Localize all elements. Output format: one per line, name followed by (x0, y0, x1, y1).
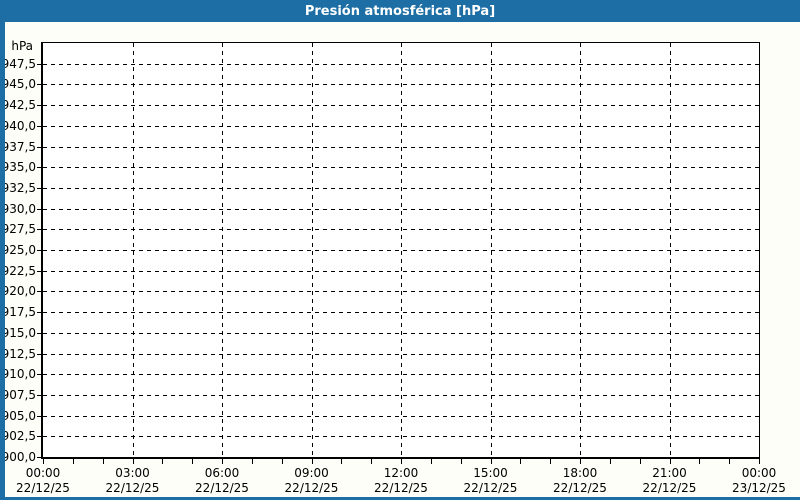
y-tick-label: 945,0 (1, 77, 36, 92)
x-axis-tick (311, 459, 313, 464)
x-tick-date-label: 23/12/25 (732, 481, 786, 495)
y-tick-label: 920,0 (1, 284, 36, 299)
y-tick-label: 927,5 (1, 222, 36, 237)
chart-title-bar: Presión atmosférica [hPa] (0, 0, 800, 22)
x-axis-tick (72, 459, 74, 464)
x-tick-time-label: 00:00 (741, 466, 777, 480)
x-tick-date-label: 22/12/25 (195, 481, 249, 495)
x-axis-tick (669, 459, 671, 464)
x-axis-tick (192, 459, 194, 464)
chart-title: Presión atmosférica [hPa] (304, 3, 496, 19)
x-axis-tick (580, 459, 581, 464)
x-axis-tick (132, 459, 134, 464)
y-tick-label: 935,0 (1, 160, 36, 175)
plot-area (41, 42, 760, 459)
x-tick-time-label: 03:00 (115, 466, 150, 480)
y-axis-tick (37, 63, 41, 65)
x-tick-time-label: 15:00 (473, 466, 508, 480)
v-gridline (669, 43, 671, 457)
y-axis-tick (37, 312, 41, 314)
y-axis-tick (37, 229, 41, 231)
x-axis-tick (490, 459, 492, 464)
y-axis-tick (37, 270, 41, 272)
y-tick-label: 932,5 (1, 180, 36, 195)
x-axis-tick (550, 459, 552, 464)
x-axis-tick (251, 459, 253, 464)
x-axis-tick (759, 459, 760, 464)
x-axis-tick (609, 459, 611, 464)
v-gridline (490, 43, 492, 457)
y-axis-tick (37, 291, 41, 293)
y-tick-label: 917,5 (1, 305, 36, 320)
y-tick-label: 915,0 (1, 325, 36, 340)
x-axis-tick (162, 459, 164, 464)
y-tick-label: 937,5 (1, 139, 36, 154)
y-axis-tick (37, 353, 41, 355)
y-axis-tick (37, 146, 41, 148)
y-axis-tick (37, 415, 41, 417)
x-axis-tick (460, 459, 462, 464)
x-axis-tick (699, 459, 701, 464)
y-axis-tick (37, 167, 41, 169)
frame-border-right (0, 0, 5, 500)
x-axis-tick (371, 459, 373, 464)
x-tick-time-label: 06:00 (204, 466, 240, 480)
y-tick-label: 907,5 (1, 387, 36, 402)
x-tick-time-label: 21:00 (652, 466, 687, 480)
y-tick-label: 942,5 (1, 98, 36, 113)
y-axis-tick (37, 125, 41, 127)
y-axis-tick (37, 374, 41, 376)
y-axis-tick (37, 105, 41, 107)
x-tick-time-label: 09:00 (294, 466, 329, 480)
x-tick-time-label: 00:00 (25, 466, 61, 480)
x-tick-date-label: 22/12/25 (284, 481, 339, 495)
x-axis-tick (43, 459, 44, 464)
y-tick-label: 905,0 (1, 408, 36, 423)
y-tick-label: 947,5 (1, 56, 36, 71)
y-axis-tick (37, 457, 41, 458)
v-gridline (311, 43, 313, 457)
y-axis-tick (37, 250, 41, 251)
x-axis-tick (639, 459, 641, 464)
pressure-chart-window: Presión atmosférica [hPa] hPa 947,5 945,0… (0, 0, 800, 500)
x-axis-tick (430, 459, 432, 464)
x-tick-date-label: 22/12/25 (642, 481, 697, 495)
x-axis-tick (281, 459, 283, 464)
y-axis-tick (37, 332, 41, 334)
x-axis-tick (102, 459, 104, 464)
y-axis-tick (37, 208, 41, 210)
x-tick-date-label: 22/12/25 (463, 481, 518, 495)
y-axis-tick (37, 436, 41, 438)
x-axis-tick (222, 459, 223, 464)
y-tick-label: 940,0 (1, 118, 36, 133)
y-tick-label: 910,0 (1, 367, 36, 382)
x-axis-tick (341, 459, 343, 464)
y-tick-label: 925,0 (1, 243, 36, 257)
x-tick-time-label: 12:00 (383, 466, 419, 480)
v-gridline (222, 43, 223, 457)
y-tick-label: 912,5 (1, 346, 36, 361)
x-axis-tick (520, 459, 522, 464)
v-gridline (401, 43, 402, 457)
y-axis-tick (37, 84, 41, 86)
y-tick-label: 900,0 (1, 450, 36, 464)
x-axis-tick (401, 459, 402, 464)
v-gridline (132, 43, 134, 457)
x-tick-date-label: 22/12/25 (105, 481, 160, 495)
x-tick-date-label: 22/12/25 (16, 481, 70, 495)
x-axis-tick (729, 459, 731, 464)
v-gridline (580, 43, 581, 457)
y-tick-label: 922,5 (1, 263, 36, 278)
y-tick-label: 930,0 (1, 201, 36, 216)
y-axis-tick (37, 394, 41, 396)
y-tick-label: 902,5 (1, 429, 36, 444)
x-tick-date-label: 22/12/25 (553, 481, 607, 495)
x-tick-date-label: 22/12/25 (374, 481, 428, 495)
y-axis-tick (37, 187, 41, 189)
x-tick-time-label: 18:00 (562, 466, 598, 480)
